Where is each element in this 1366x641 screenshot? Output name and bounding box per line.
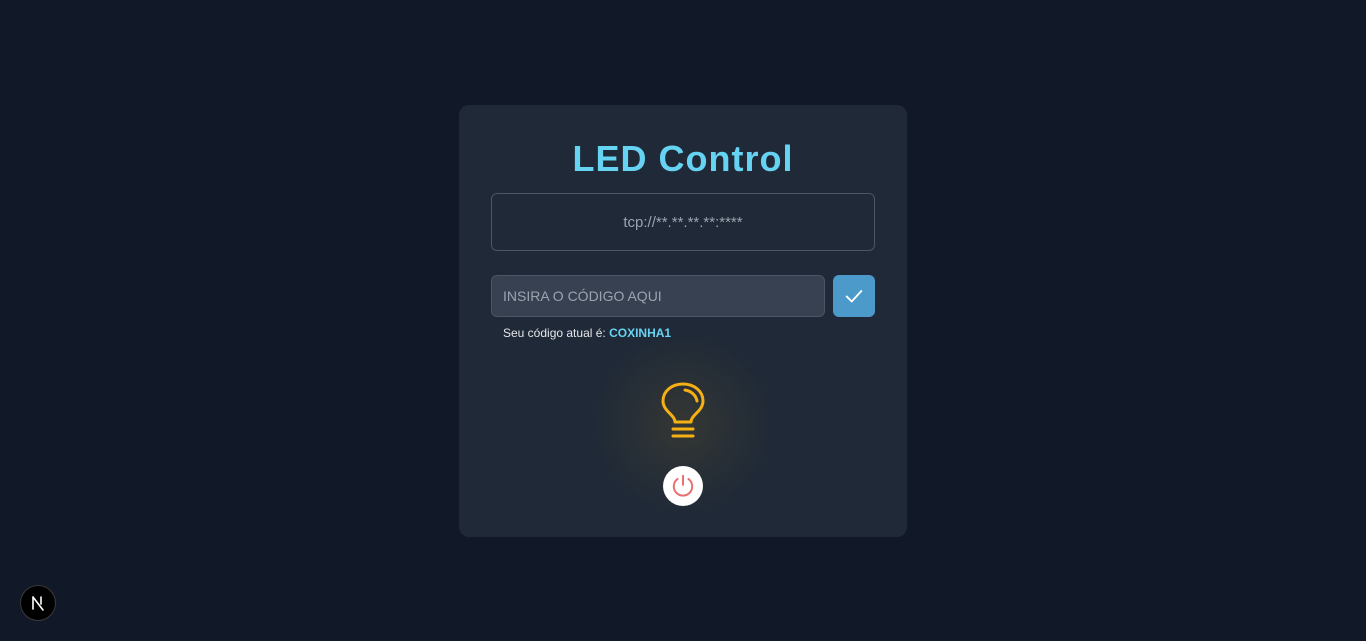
power-icon — [672, 474, 694, 497]
mqtt-address-display: tcp://**.**.**.**:**** — [491, 193, 875, 251]
led-control-card: LED Control tcp://**.**.**.**:**** Seu c… — [459, 105, 907, 537]
current-code-label: Seu código atual é: — [503, 326, 606, 340]
power-button[interactable] — [663, 466, 703, 506]
nextjs-dev-badge[interactable] — [20, 585, 56, 621]
next-logo-icon — [32, 596, 44, 611]
page-title: LED Control — [572, 138, 794, 179]
lightbulb-icon — [661, 382, 705, 438]
address-text: tcp://**.**.**.**:**** — [623, 213, 743, 231]
submit-code-button[interactable] — [833, 275, 875, 317]
check-icon — [845, 290, 863, 303]
code-input[interactable] — [491, 275, 825, 317]
